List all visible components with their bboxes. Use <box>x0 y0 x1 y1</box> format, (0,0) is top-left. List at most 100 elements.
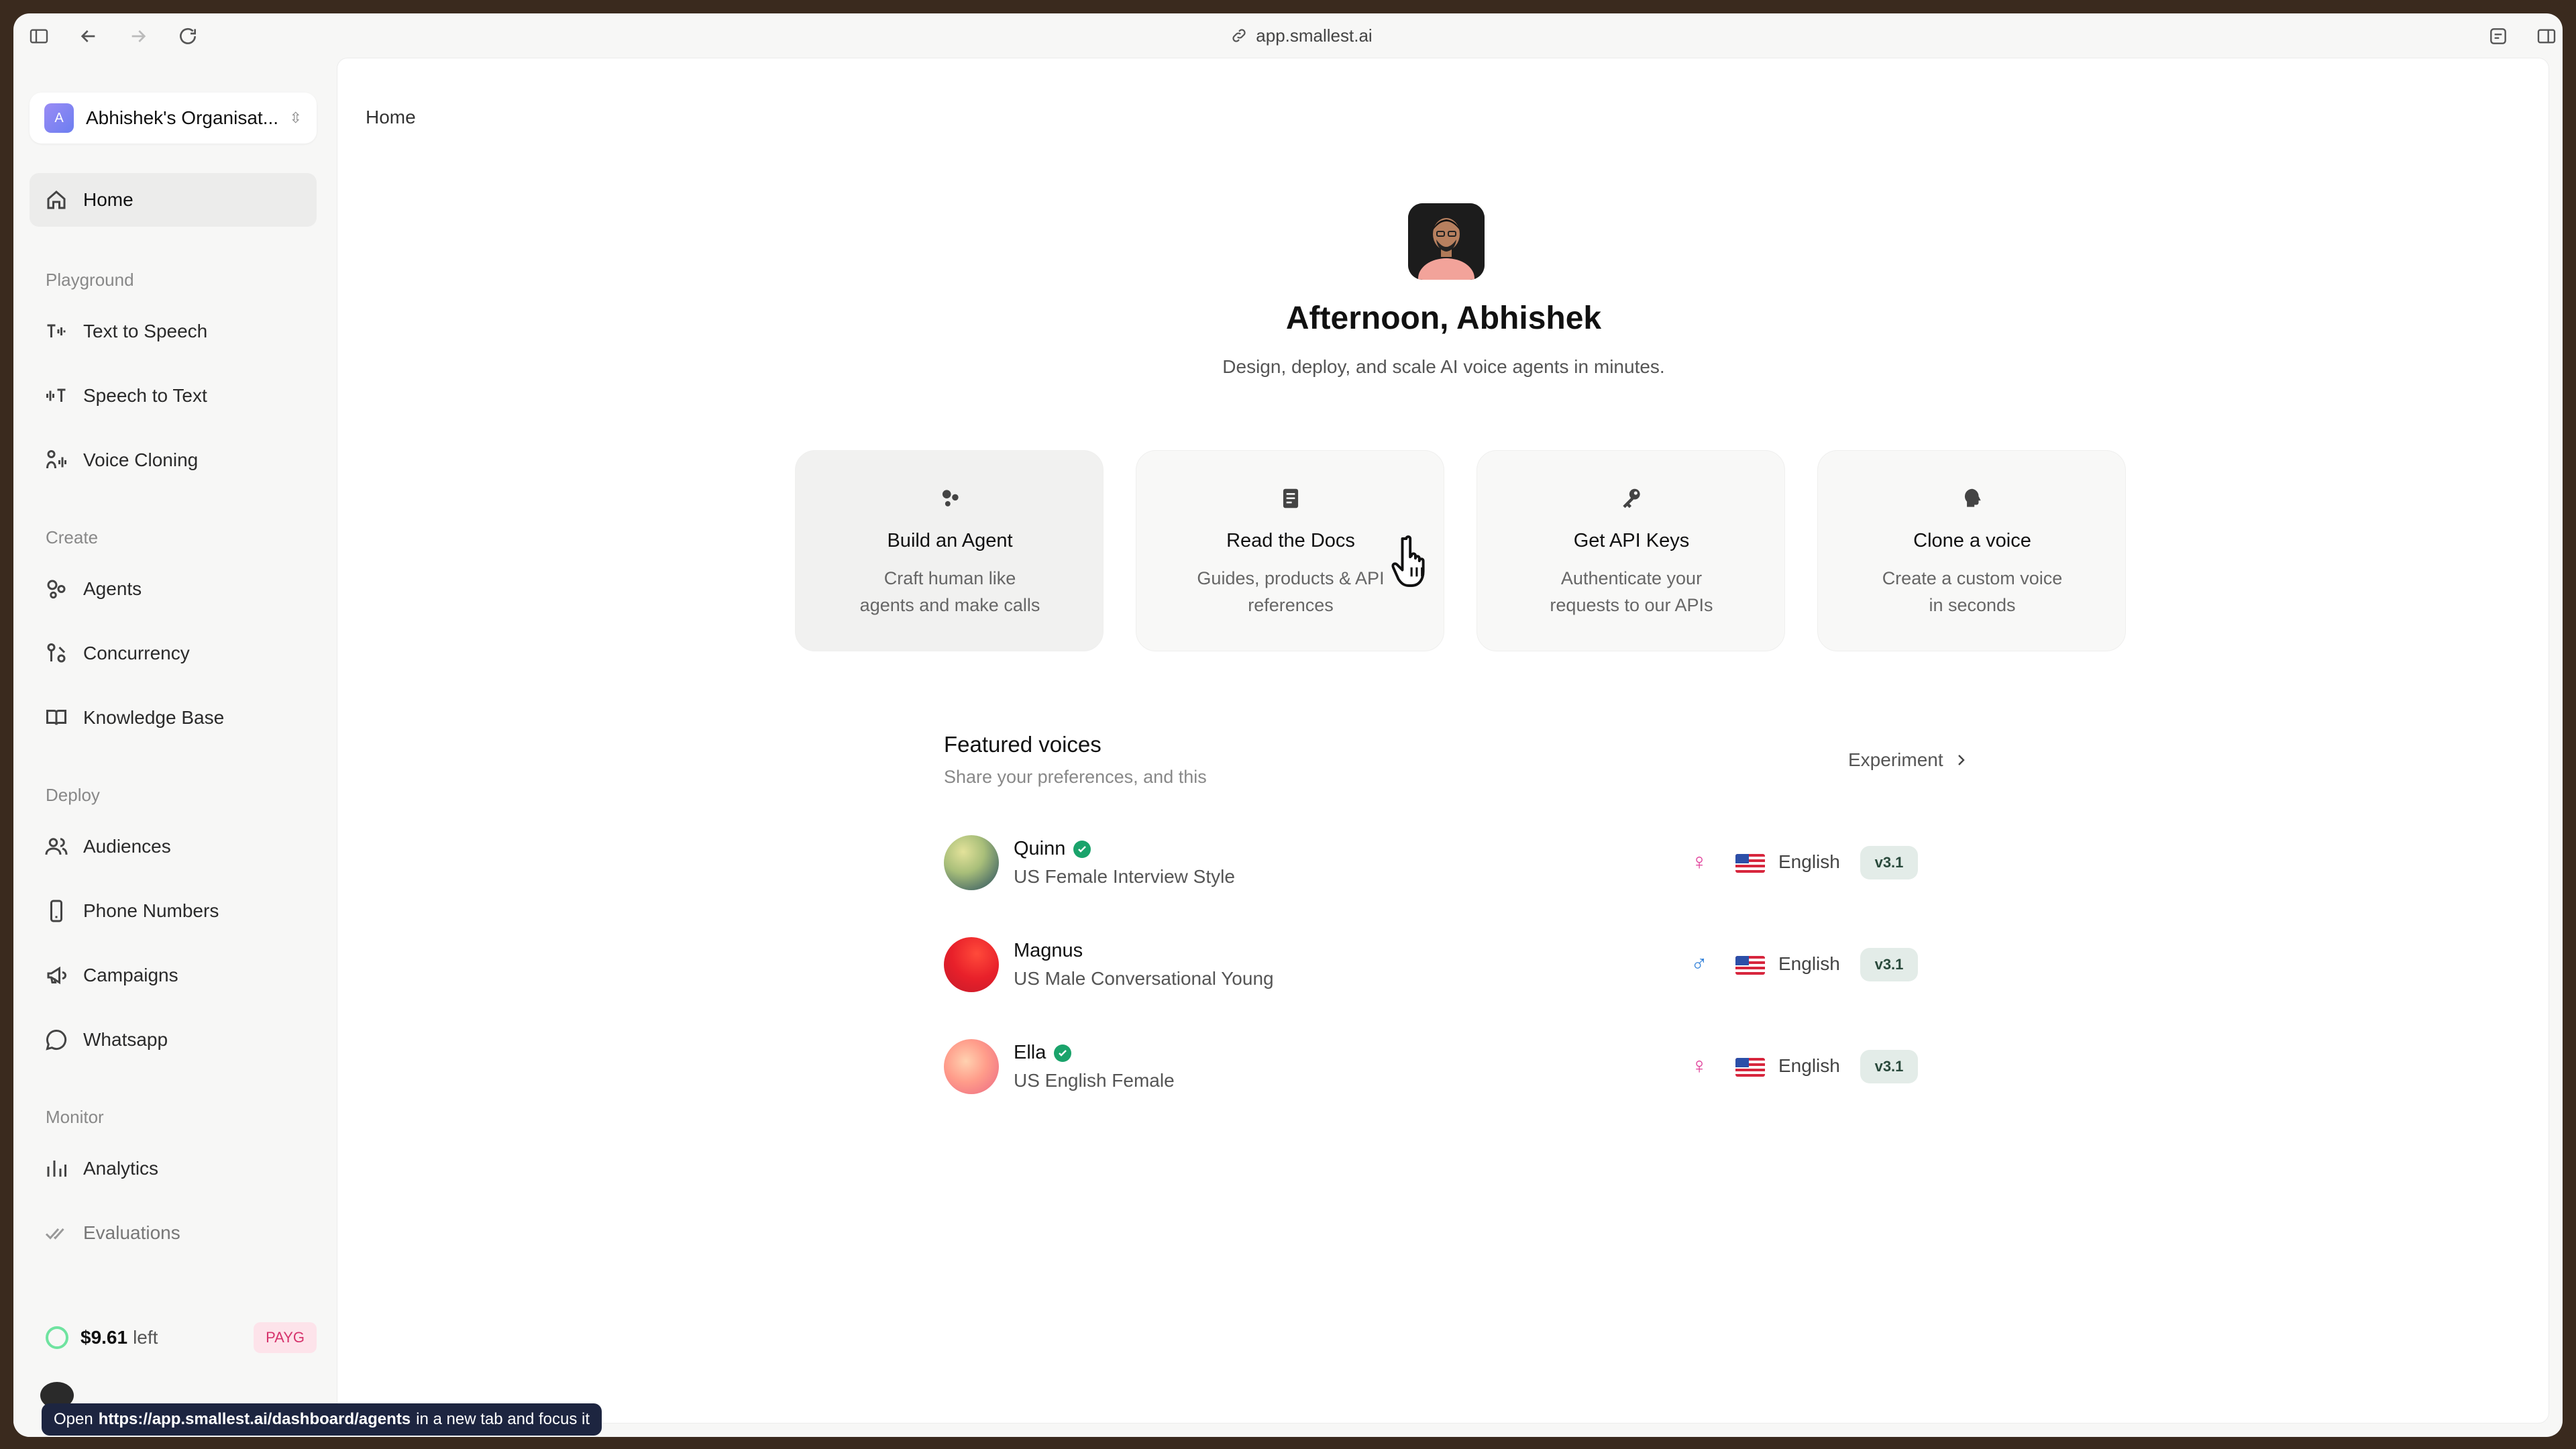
sidebar: A Abhishek's Organisat... ⇳ Home Playgro… <box>13 58 335 1437</box>
card-title: Build an Agent <box>887 530 1013 551</box>
voice-language: English <box>1778 953 1840 974</box>
voice-row[interactable]: Ella US English Female ♀ English v3.1 <box>944 1036 1950 1097</box>
sidebar-item-label: Evaluations <box>83 1222 180 1243</box>
reload-icon[interactable] <box>177 25 199 47</box>
speech-to-text-icon <box>46 388 66 402</box>
chat-bubble-icon <box>46 1029 67 1051</box>
link-status-bar: Open https://app.smallest.ai/dashboard/a… <box>42 1403 602 1436</box>
sidebar-item-label: Whatsapp <box>83 1029 168 1050</box>
concurrency-icon <box>47 643 66 663</box>
sidebar-item-evaluations[interactable]: Evaluations <box>30 1206 317 1260</box>
credit-amount: $9.61 <box>80 1327 128 1348</box>
build-agent-card[interactable]: Build an Agent Craft human like agents a… <box>795 450 1104 651</box>
address-bar[interactable]: app.smallest.ai <box>1194 23 1409 48</box>
sidebar-item-agents[interactable]: Agents <box>30 562 317 616</box>
status-suffix: in a new tab and focus it <box>416 1410 590 1428</box>
model-version-badge: v3.1 <box>1860 948 1918 981</box>
hand-cursor-icon <box>1391 533 1438 591</box>
card-description-line: Guides, products & API <box>1197 568 1385 588</box>
extension-icon[interactable] <box>2487 25 2509 47</box>
megaphone-icon <box>47 966 66 985</box>
back-arrow-icon[interactable] <box>78 25 99 47</box>
split-view-icon[interactable] <box>2536 25 2557 47</box>
card-description: Guides, products & API references <box>1190 565 1391 619</box>
card-description: Create a custom voice in seconds <box>1872 565 2073 619</box>
sidebar-item-label: Agents <box>83 578 142 599</box>
browser-window: app.smallest.ai A Abhishek's Organisat..… <box>13 13 2563 1437</box>
sidebar-item-label: Campaigns <box>83 965 178 985</box>
voice-name: Magnus <box>1014 940 1083 962</box>
card-description-line: Create a custom voice <box>1882 568 2063 588</box>
key-icon <box>1477 486 1786 513</box>
sidebar-item-knowledge-base[interactable]: Knowledge Base <box>30 691 317 745</box>
document-icon <box>1136 486 1445 513</box>
sidebar-item-label: Concurrency <box>83 643 190 663</box>
chevron-updown-icon: ⇳ <box>289 109 302 126</box>
sidebar-item-label: Phone Numbers <box>83 900 219 921</box>
voice-name-text: Ella <box>1014 1042 1046 1063</box>
credit-ring-icon <box>46 1326 68 1349</box>
voice-name-text: Quinn <box>1014 838 1066 859</box>
sidebar-item-speech-to-text[interactable]: Speech to Text <box>30 369 317 423</box>
model-version-badge: v3.1 <box>1860 846 1918 879</box>
section-label-deploy: Deploy <box>46 785 100 805</box>
agents-icon <box>796 486 1104 513</box>
voice-row[interactable]: Quinn US Female Interview Style ♀ Englis… <box>944 833 1950 893</box>
voice-language: English <box>1778 851 1840 872</box>
voice-description: US English Female <box>1014 1070 1175 1091</box>
double-check-icon <box>45 1228 64 1240</box>
card-description-line: agents and make calls <box>859 595 1040 615</box>
sidebar-item-audiences[interactable]: Audiences <box>30 820 317 873</box>
greeting-subtitle: Design, deploy, and scale AI voice agent… <box>1222 356 1665 377</box>
sidebar-item-concurrency[interactable]: Concurrency <box>30 627 317 680</box>
voice-language: English <box>1778 1055 1840 1076</box>
sidebar-item-label: Audiences <box>83 836 171 857</box>
section-label-playground: Playground <box>46 270 134 290</box>
breadcrumb: Home <box>366 107 416 127</box>
voice-row[interactable]: Magnus US Male Conversational Young ♂ En… <box>944 934 1950 995</box>
sidebar-item-phone-numbers[interactable]: Phone Numbers <box>30 884 317 938</box>
experiment-link[interactable]: Experiment <box>1848 749 1969 771</box>
male-gender-icon: ♂ <box>1690 951 1708 977</box>
agents-icon <box>47 580 66 599</box>
sidebar-item-voice-cloning[interactable]: Voice Cloning <box>30 433 317 487</box>
organisation-switcher[interactable]: A Abhishek's Organisat... ⇳ <box>30 93 317 144</box>
section-label-monitor: Monitor <box>46 1107 104 1127</box>
chevron-right-icon <box>1957 755 1965 765</box>
main-content: Home Afternoon, Abhishek Design, deploy,… <box>337 58 2549 1424</box>
api-keys-card[interactable]: Get API Keys Authenticate your requests … <box>1477 450 1785 651</box>
voice-avatar <box>944 937 999 992</box>
voice-name: Ella <box>1014 1042 1072 1064</box>
voice-name-text: Magnus <box>1014 940 1083 961</box>
card-description-line: requests to our APIs <box>1550 595 1713 615</box>
verified-icon <box>1073 840 1091 858</box>
voice-cloning-icon <box>46 450 66 469</box>
sidebar-item-home[interactable]: Home <box>30 173 317 227</box>
sidebar-item-campaigns[interactable]: Campaigns <box>30 949 317 1002</box>
model-version-badge: v3.1 <box>1860 1050 1918 1083</box>
org-name: Abhishek's Organisat... <box>86 107 278 128</box>
status-url: https://app.smallest.ai/dashboard/agents <box>98 1410 411 1428</box>
clone-voice-card[interactable]: Clone a voice Create a custom voice in s… <box>1817 450 2126 651</box>
sidebar-item-label: Knowledge Base <box>83 707 225 728</box>
us-flag-icon <box>1735 956 1765 975</box>
sidebar-toggle-icon[interactable] <box>28 25 50 47</box>
card-description-line: in seconds <box>1929 595 2016 615</box>
card-description-line: Craft human like <box>883 568 1016 588</box>
female-gender-icon: ♀ <box>1690 1053 1708 1079</box>
us-flag-icon <box>1735 854 1765 873</box>
female-gender-icon: ♀ <box>1690 849 1708 875</box>
forward-arrow-icon[interactable] <box>127 25 149 47</box>
sidebar-item-whatsapp[interactable]: Whatsapp <box>30 1013 317 1067</box>
card-description-line: references <box>1248 595 1334 615</box>
voice-avatar <box>944 835 999 890</box>
browser-toolbar: app.smallest.ai <box>13 13 2563 58</box>
verified-icon <box>1054 1044 1072 1062</box>
voice-description: US Male Conversational Young <box>1014 968 1274 989</box>
section-label-create: Create <box>46 527 99 547</box>
featured-voices-title: Featured voices <box>944 732 1102 757</box>
sidebar-item-text-to-speech[interactable]: Text to Speech <box>30 305 317 358</box>
status-prefix: Open <box>54 1410 93 1428</box>
sidebar-item-analytics[interactable]: Analytics <box>30 1142 317 1195</box>
plan-badge[interactable]: PAYG <box>254 1322 317 1353</box>
